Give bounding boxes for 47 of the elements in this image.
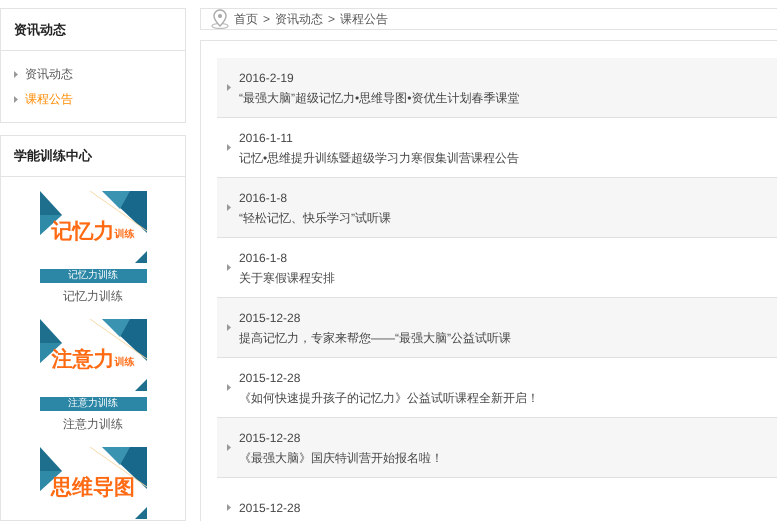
bullet-icon xyxy=(227,84,231,91)
notice-title[interactable]: 关于寒假课程安排 xyxy=(239,268,335,286)
breadcrumb-link[interactable]: 课程公告 xyxy=(340,10,388,28)
bullet-icon xyxy=(14,70,18,78)
notice-title[interactable]: “轻松记忆、快乐学习”试听课 xyxy=(239,208,391,226)
notice-row[interactable]: 2016-1-8 “轻松记忆、快乐学习”试听课 xyxy=(217,178,777,238)
sidebar-link[interactable]: 资讯动态 xyxy=(25,65,73,83)
notice-title[interactable]: 记忆•思维提升训练暨超级学习力寒假集训营课程公告 xyxy=(239,148,520,166)
breadcrumb-link[interactable]: 资讯动态 xyxy=(275,10,324,28)
bullet-icon xyxy=(227,204,231,211)
notice-date: 2015-12-28 xyxy=(239,500,300,516)
bullet-icon xyxy=(227,324,231,331)
card-caption[interactable]: 记忆力训练 xyxy=(63,287,123,305)
panel-title: 学能训练中心 xyxy=(14,147,92,166)
panel-title: 资讯动态 xyxy=(14,20,66,39)
notice-row[interactable]: 2016-2-19 “最强大脑”超级记忆力•思维导图•资优生计划春季课堂 xyxy=(217,58,777,118)
banner-title: 注意力 xyxy=(52,348,114,370)
bullet-icon xyxy=(227,264,231,271)
notice-date: 2016-2-19 xyxy=(239,70,295,86)
notice-date: 2015-12-28 xyxy=(239,430,302,446)
notice-date: 2016-1-8 xyxy=(239,190,288,206)
notice-title[interactable]: 《如何快速提升孩子的记忆力》公益试听课程全新开启！ xyxy=(239,388,539,406)
bullet-icon xyxy=(227,444,231,451)
notice-date: 2015-12-28 xyxy=(239,310,302,326)
notice-date: 2016-1-8 xyxy=(239,250,288,266)
breadcrumb-separator: > xyxy=(328,11,336,28)
notice-row[interactable]: 2015-12-28 提高记忆力，专家来帮您——“最强大脑”公益试听课 xyxy=(217,298,777,358)
notice-title[interactable]: 《最强大脑》国庆特训营开始报名啦！ xyxy=(239,448,443,466)
bullet-icon xyxy=(227,384,231,391)
banner-suffix: 训练 xyxy=(114,358,134,368)
breadcrumb-link[interactable]: 首页 xyxy=(234,10,258,28)
bullet-icon xyxy=(14,96,18,102)
bullet-icon xyxy=(227,144,231,151)
notice-title[interactable]: 提高记忆力，专家来帮您——“最强大脑”公益试听课 xyxy=(239,328,511,346)
banner-title: 记忆力 xyxy=(52,220,114,242)
caption-bar: 注意力训练 xyxy=(40,397,146,411)
caption-bar: 记忆力训练 xyxy=(40,269,146,283)
breadcrumb-separator: > xyxy=(263,11,270,28)
card-caption[interactable]: 注意力训练 xyxy=(63,415,123,433)
notice-date: 2015-12-28 xyxy=(239,370,302,386)
notice-title[interactable]: “最强大脑”超级记忆力•思维导图•资优生计划春季课堂 xyxy=(239,88,520,106)
banner-title: 思维导图 xyxy=(51,476,135,498)
notice-date: 2016-1-11 xyxy=(239,130,294,146)
bullet-icon xyxy=(227,504,231,511)
banner-suffix: 训练 xyxy=(114,230,134,240)
location-pin-icon xyxy=(211,9,229,29)
notice-row[interactable]: 2015-12-28 《最强大脑》国庆特训营开始报名啦！ xyxy=(217,418,777,478)
